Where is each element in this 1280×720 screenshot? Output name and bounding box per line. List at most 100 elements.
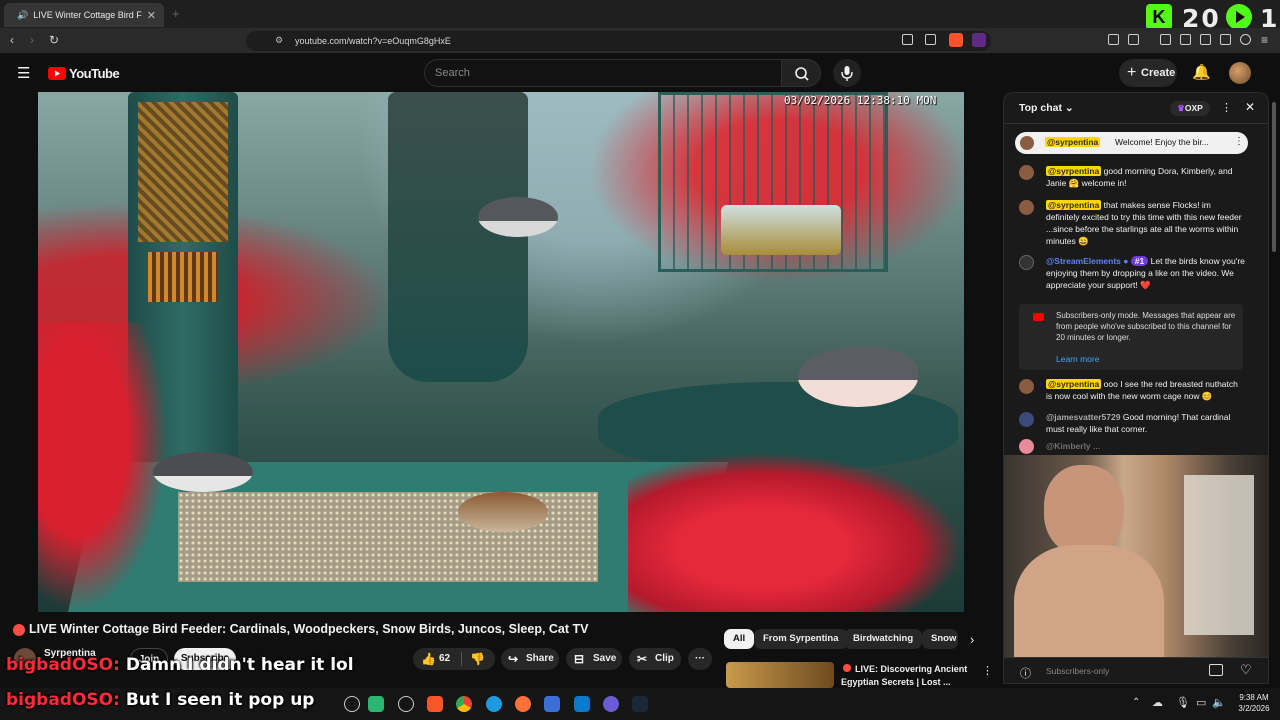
caption-text: Damn I didn't hear it lol (125, 655, 354, 675)
pinned-username: @syrpentina (1045, 137, 1101, 147)
more-horizontal-icon: ··· (695, 653, 705, 664)
chips-next-icon[interactable]: › (970, 632, 974, 647)
share-page-icon[interactable] (925, 34, 936, 45)
extensions-icon[interactable] (1108, 34, 1119, 45)
chip-all[interactable]: All (724, 629, 755, 649)
chat-username: @syrpentina (1046, 200, 1102, 210)
site-info-icon[interactable]: ⚙ (275, 35, 283, 46)
tray-overflow-icon[interactable]: ⌃ (1132, 697, 1140, 708)
wallet-icon[interactable] (1200, 34, 1211, 45)
tray-icon[interactable]: ☁ (1152, 696, 1163, 709)
next-video-menu-icon[interactable]: ⋮ (982, 664, 993, 677)
microphone-tray-icon[interactable]: 🎙 (1176, 696, 1190, 709)
brave-taskbar-icon[interactable] (427, 696, 443, 712)
chip-birdwatching[interactable]: Birdwatching (844, 629, 923, 649)
steam-taskbar-icon[interactable] (632, 696, 648, 712)
pinned-menu-icon[interactable]: ⋮ (1234, 136, 1244, 147)
streamer-head (1044, 465, 1124, 555)
poinsettia-left (38, 322, 168, 612)
oxp-badge[interactable]: ♛OXP (1170, 101, 1210, 116)
avatar (1019, 379, 1034, 394)
search-button[interactable] (781, 59, 821, 87)
chat-message: @syrpentina good morning Dora, Kimberly,… (1046, 165, 1246, 189)
new-tab-icon[interactable]: + (172, 6, 180, 21)
stream-caption-line: bigbadOSO: Damn I didn't hear it lol (6, 655, 354, 675)
chrome-taskbar-icon[interactable] (456, 696, 472, 712)
leo-icon[interactable] (1220, 34, 1231, 45)
dislike-icon[interactable]: 👎 (470, 648, 485, 670)
clip-button[interactable]: ✂ Clip (629, 648, 681, 670)
learn-more-link[interactable]: Learn more (1056, 354, 1099, 364)
more-actions-button[interactable]: ··· (688, 648, 712, 670)
play-logo-icon (1226, 4, 1252, 30)
voice-search-button[interactable] (833, 59, 861, 87)
brave-shield-icon[interactable] (949, 33, 963, 47)
taskbar-app-icon[interactable] (344, 696, 360, 712)
close-chat-icon[interactable]: ✕ (1245, 100, 1255, 114)
brave-rewards-icon[interactable] (972, 33, 986, 47)
chat-text: ... (1093, 441, 1101, 451)
chat-message: @Kimberly ... (1046, 440, 1246, 452)
taskbar-app-icon[interactable] (368, 696, 384, 712)
next-video-thumbnail[interactable] (726, 662, 834, 688)
next-video-title[interactable]: LIVE: Discovering Ancient Egyptian Secre… (841, 663, 971, 689)
share-button[interactable]: ↪ Share (501, 648, 559, 670)
tab-title: LIVE Winter Cottage Bird F (33, 10, 142, 20)
chat-menu-icon[interactable]: ⋮ (1221, 101, 1232, 114)
save-button[interactable]: ⊟ Save (566, 648, 622, 670)
screenshot-icon[interactable] (1128, 34, 1139, 45)
url-field[interactable]: youtube.com/watch?v=eOuqmG8gHxE (246, 31, 991, 51)
youtube-logo[interactable]: YouTube (48, 66, 120, 81)
media-icon[interactable] (1160, 34, 1171, 45)
share-icon: ↪ (508, 652, 519, 666)
heart-icon[interactable]: ♡ (1240, 662, 1252, 678)
scrollbar-thumb[interactable] (1272, 102, 1276, 252)
cast-icon[interactable] (902, 34, 913, 45)
microphone-icon (841, 66, 853, 81)
hamburger-menu-icon[interactable]: ☰ (17, 64, 30, 82)
network-icon[interactable]: ▭ (1196, 696, 1206, 709)
chat-mode-selector[interactable]: Top chat ⌄ (1019, 102, 1074, 114)
taskbar-app-icon[interactable] (544, 696, 560, 712)
caption-username: bigbadOSO: (6, 655, 120, 675)
system-clock[interactable]: 9:38 AM 3/2/2026 (1232, 692, 1276, 714)
chat-username: @StreamElements (1046, 256, 1121, 266)
video-player[interactable]: 03/02/2026 12:38:10 MON (38, 92, 964, 612)
search-input[interactable]: Search (424, 59, 782, 87)
edge-taskbar-icon[interactable] (486, 696, 502, 712)
avatar (1019, 412, 1034, 427)
sidebar-icon[interactable] (1180, 34, 1191, 45)
notifications-bell-icon[interactable]: 🔔 (1192, 63, 1211, 81)
speaker-icon[interactable]: 🔊 (17, 10, 28, 21)
caption-username: bigbadOSO: (6, 690, 120, 710)
volume-icon[interactable]: 🔈 (1212, 696, 1226, 709)
vscode-taskbar-icon[interactable] (574, 696, 590, 712)
discord-taskbar-icon[interactable] (603, 696, 619, 712)
feeder-seed-window (138, 102, 228, 242)
back-icon[interactable]: ‹ (10, 33, 14, 47)
chat-input-placeholder: Subscribers-only (1046, 666, 1110, 676)
close-tab-icon[interactable]: ✕ (147, 9, 156, 22)
reload-icon[interactable]: ↻ (49, 33, 59, 47)
browser-tab[interactable]: 🔊 LIVE Winter Cottage Bird F ✕ (4, 3, 164, 27)
forward-icon[interactable]: › (30, 33, 34, 47)
info-icon[interactable]: ⓘ (1020, 665, 1031, 681)
chat-message: @jamesvatter5729 Good morning! That card… (1046, 411, 1246, 435)
create-button[interactable]: + Create (1119, 59, 1177, 87)
chip-snow[interactable]: Snow (922, 629, 958, 649)
browser-menu-icon[interactable]: ≡ (1261, 33, 1268, 47)
like-icon[interactable]: 👍 (421, 648, 436, 670)
account-avatar[interactable] (1229, 62, 1251, 84)
taskbar-app-icon[interactable] (398, 696, 414, 712)
cage-feeder (658, 92, 888, 272)
vpn-icon[interactable] (1240, 34, 1251, 45)
clock-date: 3/2/2026 (1238, 704, 1270, 713)
search-placeholder: Search (435, 67, 470, 79)
avatar (1019, 165, 1034, 180)
firefox-taskbar-icon[interactable] (515, 696, 531, 712)
chat-scrollbar[interactable] (1271, 92, 1277, 684)
create-label: Create (1141, 67, 1176, 79)
chip-from-syrpentina[interactable]: From Syrpentina (754, 629, 848, 649)
pinned-message[interactable]: @syrpentina Welcome! Enjoy the bir... ⋮ (1015, 132, 1248, 154)
super-chat-icon[interactable] (1209, 664, 1223, 676)
